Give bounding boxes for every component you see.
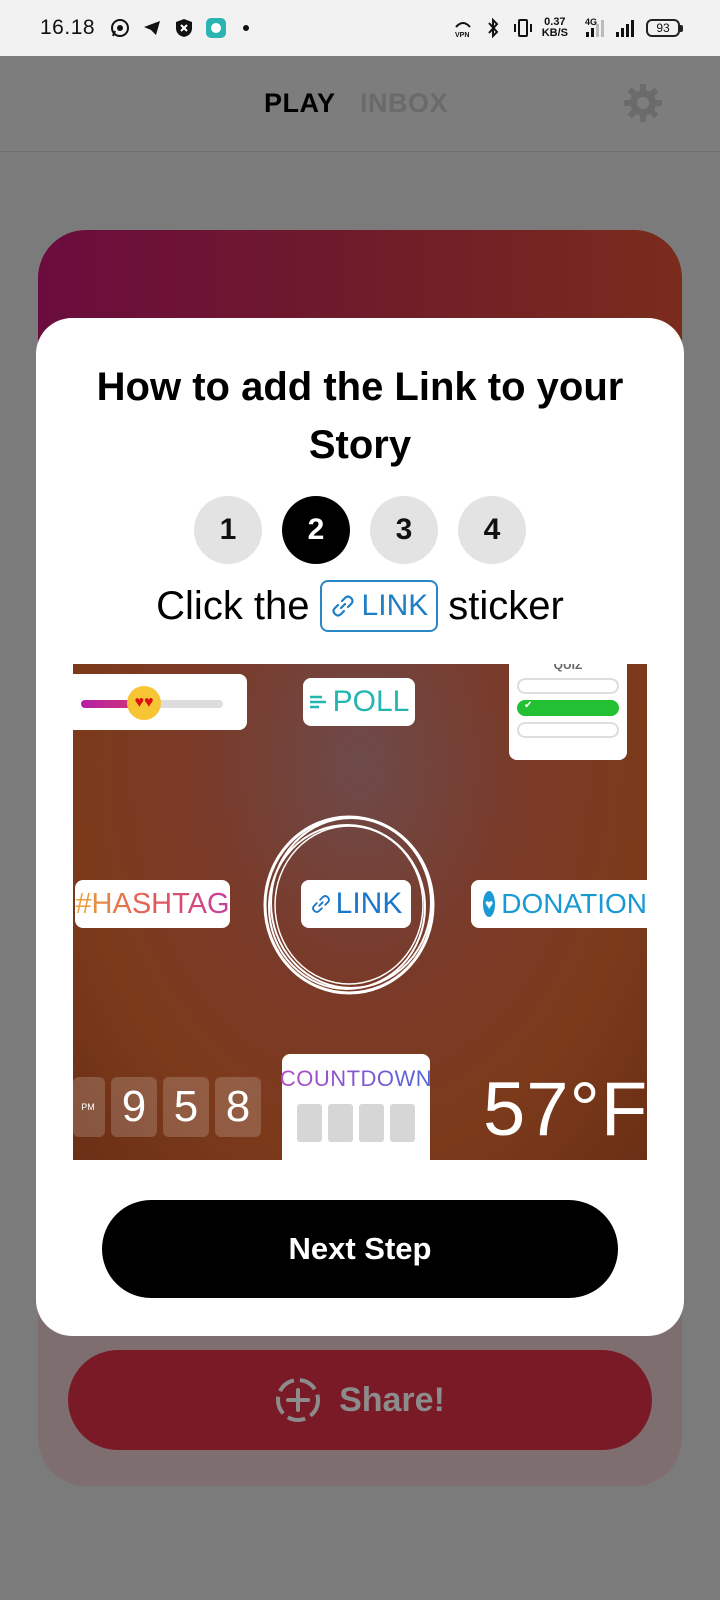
countdown-box: [390, 1104, 415, 1142]
time-digit: 9: [111, 1077, 157, 1137]
how-to-modal: How to add the Link to your Story 1 2 3 …: [36, 318, 684, 1336]
battery-icon: 93: [646, 19, 683, 37]
slider-sticker: ♥♥: [73, 674, 247, 730]
donation-label: DONATION: [501, 888, 647, 919]
poll-icon: [309, 695, 326, 709]
countdown-sticker: COUNTDOWN: [279, 1054, 433, 1160]
svg-text:VPN: VPN: [455, 32, 469, 39]
chat-icon: [205, 17, 227, 39]
hashtag-label: #HASHTAG: [75, 887, 230, 920]
countdown-box: [359, 1104, 384, 1142]
share-label: Share!: [339, 1380, 445, 1419]
poll-sticker: POLL: [303, 678, 415, 726]
quiz-sticker: QUIZ: [509, 664, 627, 760]
link-icon: [331, 595, 354, 617]
signal-icon-2: [614, 17, 638, 39]
vibrate-icon: [512, 17, 534, 39]
quiz-option-correct: [517, 700, 619, 716]
quiz-option: [517, 678, 619, 694]
step-2[interactable]: 2: [282, 496, 350, 564]
instruction-prefix: Click the: [156, 583, 310, 628]
countdown-box: [328, 1104, 353, 1142]
bluetooth-icon: [482, 17, 504, 39]
modal-title: How to add the Link to your Story: [96, 365, 624, 467]
countdown-label: COUNTDOWN: [279, 1066, 433, 1091]
link-sticker-label: LINK: [335, 887, 403, 920]
time-digit: 5: [163, 1077, 209, 1137]
time-digit: PM: [73, 1077, 105, 1137]
more-notifications-dot: [243, 25, 250, 31]
battery-level: 93: [656, 21, 670, 35]
step-1[interactable]: 1: [194, 496, 262, 564]
countdown-boxes: [297, 1104, 415, 1142]
time-pm-label: PM: [81, 1102, 95, 1112]
step-indicator: 1 2 3 4: [36, 496, 684, 564]
status-system-icons: VPN 0.37 KB/S 4G 93: [452, 16, 683, 39]
quiz-label: QUIZ: [553, 664, 583, 672]
link-sticker: LINK: [301, 880, 411, 928]
quiz-option: [517, 722, 619, 738]
app-header: PLAY INBOX: [0, 56, 720, 152]
time-sticker: PM 9 5 8: [73, 1076, 261, 1138]
poll-label: POLL: [332, 685, 410, 718]
tab-inbox[interactable]: INBOX: [360, 88, 448, 119]
instruction-suffix: sticker: [448, 583, 564, 628]
gear-icon[interactable]: [622, 82, 664, 124]
add-story-icon: [275, 1377, 321, 1423]
status-notification-icons: [109, 17, 250, 39]
link-icon: [311, 895, 330, 913]
temperature-sticker: 57°F: [483, 1067, 647, 1152]
heart-icon: ♥: [483, 891, 496, 917]
step-3[interactable]: 3: [370, 496, 438, 564]
time-digit: 8: [215, 1077, 261, 1137]
vpn-icon: VPN: [452, 17, 474, 39]
telegram-icon: [141, 17, 163, 39]
network-speed: 0.37 KB/S: [541, 16, 568, 39]
signal-icon: 4G: [576, 17, 606, 39]
donation-sticker: ♥ DONATION: [471, 880, 647, 928]
next-step-button[interactable]: Next Step: [102, 1200, 618, 1298]
tab-play[interactable]: PLAY: [264, 88, 336, 119]
status-bar: 16.18 VPN 0.37 KB/S 4G 93: [0, 0, 720, 56]
step-4[interactable]: 4: [458, 496, 526, 564]
link-chip-label: LINK: [361, 589, 429, 622]
instruction-text: Click the LINK sticker: [36, 580, 684, 632]
status-time: 16.18: [40, 16, 96, 39]
countdown-box: [297, 1104, 322, 1142]
whatsapp-icon: [109, 17, 131, 39]
shield-icon: [173, 17, 195, 39]
network-type: 4G: [584, 17, 597, 27]
hashtag-sticker: #HASHTAG: [75, 880, 230, 928]
heart-eyes-emoji-icon: ♥♥: [127, 686, 161, 720]
link-sticker-chip: LINK: [319, 580, 439, 632]
sticker-tray-image: ♥♥ POLL QUIZ #HASHTAG LINK ♥ DONATI: [73, 664, 647, 1160]
share-button[interactable]: Share!: [68, 1350, 652, 1450]
